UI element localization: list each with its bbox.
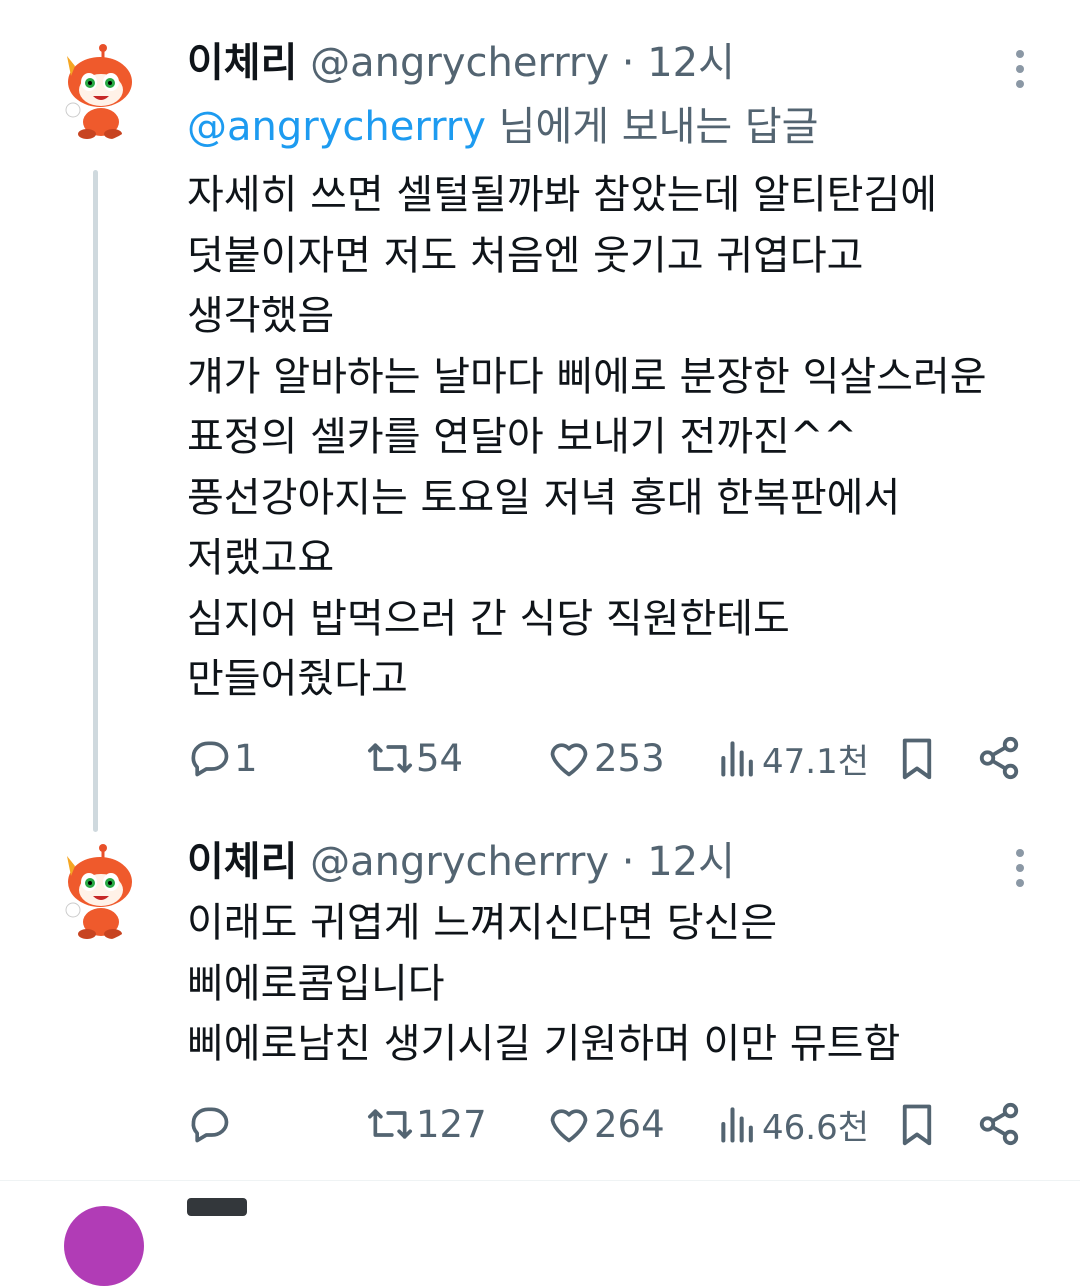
retweet-button[interactable]: 127 — [366, 1094, 487, 1154]
bookmark-button[interactable] — [896, 1094, 938, 1154]
tweet-line: 삐에로남친 생기시길 기원하며 이만 뮤트함 — [187, 1021, 901, 1067]
tweet-header: 이체리 @angrycherrry · 12시 — [187, 38, 735, 88]
tweet-text: 자세히 쓰면 셀털될까봐 참았는데 알티탄김에 덧붙이자면 저도 처음엔 웃기고… — [187, 165, 1047, 710]
more-vertical-icon[interactable] — [1008, 845, 1032, 889]
tweet-line: 저랬고요 — [187, 535, 335, 581]
tweet-line: 자세히 쓰면 셀털될까봐 참았는데 알티탄김에 — [187, 172, 938, 218]
bookmark-button[interactable] — [896, 728, 938, 788]
separator-dot: · — [621, 839, 635, 885]
like-button[interactable]: 253 — [546, 728, 665, 788]
user-handle[interactable]: @angrycherrry — [310, 839, 609, 885]
more-vertical-icon[interactable] — [1008, 46, 1032, 90]
view-count: 47.1천 — [762, 741, 869, 782]
like-count: 253 — [594, 736, 665, 780]
reply-button[interactable] — [188, 1094, 234, 1154]
tweet-line: 삐에로콤입니다 — [187, 960, 445, 1007]
retweet-count: 54 — [416, 736, 464, 780]
tweet-line: 표정의 셀카를 연달아 보내기 전까진^^ — [187, 414, 857, 460]
heart-icon — [550, 1109, 588, 1143]
reply-icon — [191, 741, 229, 777]
avatar-next-tweet[interactable] — [64, 1206, 144, 1286]
avatar[interactable] — [45, 42, 145, 142]
reply-context-text: 님에게 보내는 답글 — [485, 104, 819, 150]
reply-mention-link[interactable]: @angrycherrry — [187, 104, 486, 150]
tweet-line: 덧붙이자면 저도 처음엔 웃기고 귀엽다고 — [187, 232, 864, 279]
tweet-line: 풍선강아지는 토요일 저녁 홍대 한복판에서 — [187, 474, 901, 521]
tweet-divider — [0, 1180, 1080, 1181]
reply-icon — [191, 1107, 229, 1143]
retweet-icon — [368, 1109, 412, 1139]
reply-count: 1 — [234, 736, 258, 780]
heart-icon — [550, 743, 588, 777]
retweet-button[interactable]: 54 — [366, 728, 463, 788]
display-name[interactable]: 이체리 — [187, 839, 297, 885]
avatar[interactable] — [45, 842, 145, 942]
cartoon-avatar-icon — [45, 42, 145, 142]
next-tweet-header-partial — [187, 1198, 247, 1216]
view-count: 46.6천 — [762, 1107, 869, 1148]
bookmark-icon — [902, 1104, 932, 1146]
timestamp[interactable]: 12시 — [647, 839, 735, 885]
share-button[interactable] — [976, 1094, 1022, 1154]
tweet-text: 이래도 귀엽게 느껴지신다면 당신은 삐에로콤입니다 삐에로남친 생기시길 기원… — [187, 893, 1047, 1075]
reply-button[interactable]: 1 — [188, 728, 258, 788]
views-chart-icon — [721, 741, 753, 777]
tweet-line: 생각했음 — [187, 293, 335, 339]
display-name[interactable]: 이체리 — [187, 40, 297, 86]
retweet-icon — [368, 743, 412, 773]
share-button[interactable] — [976, 728, 1022, 788]
reply-context: @angrycherrry 님에게 보내는 답글 — [187, 102, 818, 152]
cartoon-avatar-icon — [45, 842, 145, 942]
like-count: 264 — [594, 1102, 665, 1146]
tweet-line: 이래도 귀엽게 느껴지신다면 당신은 — [187, 900, 778, 946]
share-icon — [979, 1102, 1019, 1146]
views-button[interactable]: 46.6천 — [716, 1094, 869, 1154]
separator-dot: · — [621, 40, 635, 86]
timestamp[interactable]: 12시 — [647, 40, 735, 86]
tweet-actions: 1 54 253 47.1천 — [0, 728, 1080, 788]
user-handle[interactable]: @angrycherrry — [310, 40, 609, 86]
tweet-line: 심지어 밥먹으러 간 식당 직원한테도 — [187, 595, 790, 642]
tweet-actions: 127 264 46.6천 — [0, 1094, 1080, 1154]
views-button[interactable]: 47.1천 — [716, 728, 869, 788]
tweet-header: 이체리 @angrycherrry · 12시 — [187, 837, 735, 887]
like-button[interactable]: 264 — [546, 1094, 665, 1154]
views-chart-icon — [721, 1107, 753, 1143]
tweet-line: 걔가 알바하는 날마다 삐에로 분장한 익살스러운 — [187, 353, 987, 400]
share-icon — [979, 736, 1019, 780]
tweet-line: 만들어줬다고 — [187, 656, 408, 702]
retweet-count: 127 — [416, 1102, 487, 1146]
bookmark-icon — [902, 738, 932, 780]
